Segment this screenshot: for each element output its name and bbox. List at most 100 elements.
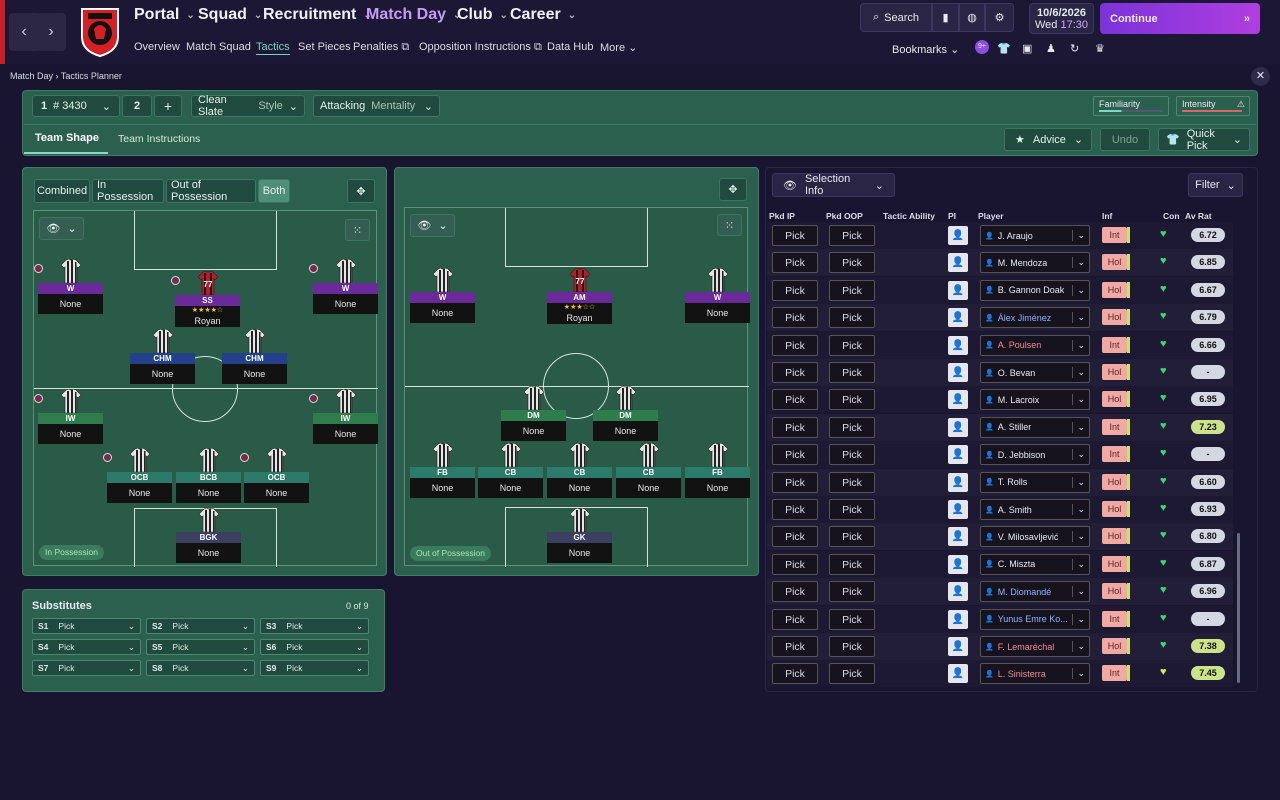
subnav-set-pieces[interactable]: Set Pieces [298,41,351,53]
pick-oop-button[interactable]: Pick [829,307,875,329]
position-slot-cb[interactable]: CB None [547,442,612,498]
pick-oop-button[interactable]: Pick [829,389,875,411]
column-header[interactable]: Tactic Ability [883,211,935,221]
pick-ip-button[interactable]: Pick [772,279,818,301]
substitute-slot[interactable]: S8 Pick ⌄ [146,660,255,676]
player-instructions-button[interactable]: 👤 [948,335,968,355]
role-dot-icon[interactable] [103,453,112,462]
position-slot-cb[interactable]: CB None [478,442,543,498]
visibility-dropdown[interactable]: 👁 ⌄ [410,214,455,237]
shirt-icon[interactable]: 👕 [997,42,1011,55]
position-slot-cb[interactable]: CB None [616,442,681,498]
position-slot-ocb[interactable]: OCB None [103,447,172,503]
pick-ip-button[interactable]: Pick [772,389,818,411]
player-select[interactable]: 👤 C. Miszta ⌄ [980,553,1090,575]
player-instructions-button[interactable]: 👤 [948,554,968,574]
player-select[interactable]: 👤 Álex Jiménez ⌄ [980,307,1090,329]
pick-oop-button[interactable]: Pick [829,636,875,657]
role-dot-icon[interactable] [240,453,249,462]
quick-pick-button[interactable]: 👕 Quick Pick ⌄ [1158,128,1250,152]
settings-button[interactable]: ⚙ [985,3,1014,32]
selection-info-dropdown[interactable]: 👁 Selection Info ⌄ [772,173,895,197]
pick-ip-button[interactable]: Pick [772,362,818,383]
role-dot-icon[interactable] [309,264,318,273]
pick-ip-button[interactable]: Pick [772,608,818,630]
bookmark-button[interactable]: ▮ [932,3,959,32]
mentality-dropdown[interactable]: Attacking Mentality ⌄ [313,95,440,117]
position-slot-gk[interactable]: GK None [547,507,612,563]
pitch-settings-button[interactable]: ✥ [347,179,375,203]
pick-oop-button[interactable]: Pick [829,444,875,466]
pick-ip-button[interactable]: Pick [772,225,818,246]
pick-ip-button[interactable]: Pick [772,526,818,548]
player-instructions-button[interactable]: 👤 [948,445,968,465]
pick-oop-button[interactable]: Pick [829,581,875,603]
view-both-button[interactable]: Both [258,179,290,203]
world-button[interactable]: ◍ [959,3,985,32]
style-dropdown[interactable]: Clean Slate Style ⌄ [191,94,305,118]
player-instructions-button[interactable]: 👤 [948,472,968,492]
substitute-slot[interactable]: S1 Pick ⌄ [32,618,141,634]
subnav-data-hub[interactable]: Data Hub [547,41,593,53]
player-instructions-button[interactable]: 👤 [948,582,968,602]
pick-oop-button[interactable]: Pick [829,225,875,246]
pick-ip-button[interactable]: Pick [772,252,818,274]
view-in-possession-button[interactable]: In Possession [92,179,164,203]
player-select[interactable]: 👤 A. Smith ⌄ [980,499,1090,520]
player-instructions-button[interactable]: 👤 [948,609,968,629]
substitute-slot[interactable]: S5 Pick ⌄ [146,639,255,655]
position-slot-ocb[interactable]: OCB None [240,447,309,503]
trophy-icon[interactable]: ♛ [1095,42,1105,55]
bookmarks-dropdown[interactable]: Bookmarks ⌄ [892,43,959,56]
role-dot-icon[interactable] [34,394,43,403]
clipboard-icon[interactable]: ▣ [1022,42,1032,55]
pick-ip-button[interactable]: Pick [772,499,818,520]
pick-ip-button[interactable]: Pick [772,581,818,603]
nav-portal[interactable]: Portal ⌄ [134,6,195,24]
position-slot-w[interactable]: W None [309,258,378,314]
grid-toggle-button[interactable]: ⁙ [345,219,370,241]
pick-oop-button[interactable]: Pick [829,252,875,274]
position-slot-bgk[interactable]: BGK None [176,507,241,563]
tactic-slot-1[interactable]: 1 # 3430 ⌄ [32,95,120,117]
substitute-slot[interactable]: S7 Pick ⌄ [32,660,141,676]
add-tactic-button[interactable]: + [154,95,182,117]
column-header[interactable]: PI [948,211,956,221]
view-out-of-possession-button[interactable]: Out of Possession [166,179,256,203]
close-button[interactable]: ✕ [1251,67,1270,86]
player-instructions-button[interactable]: 👤 [948,417,968,437]
pick-oop-button[interactable]: Pick [829,608,875,630]
player-select[interactable]: 👤 A. Stiller ⌄ [980,416,1090,438]
notification-badge[interactable]: 9+ [975,40,989,54]
table-scrollbar[interactable] [1237,533,1240,683]
player-select[interactable]: 👤 B. Gannon Doak ⌄ [980,279,1090,301]
player-instructions-button[interactable]: 👤 [948,390,968,410]
pick-ip-button[interactable]: Pick [772,444,818,466]
nav-club[interactable]: Club ⌄ [457,6,508,24]
position-slot-dm[interactable]: DM None [501,385,566,441]
search-button[interactable]: ⌕ Search [860,3,932,32]
column-header[interactable]: Pkd IP [769,211,795,221]
pick-oop-button[interactable]: Pick [829,334,875,356]
pick-oop-button[interactable]: Pick [829,553,875,575]
pick-ip-button[interactable]: Pick [772,416,818,438]
refresh-icon[interactable]: ↻ [1070,42,1079,55]
nav-recruitment[interactable]: Recruitment ⌄ [263,6,372,24]
player-select[interactable]: 👤 M. Mendoza ⌄ [980,252,1090,274]
visibility-dropdown[interactable]: 👁 ⌄ [39,217,84,240]
player-select[interactable]: 👤 J. Araujo ⌄ [980,225,1090,246]
tab-team-shape[interactable]: Team Shape [35,132,99,144]
pick-oop-button[interactable]: Pick [829,279,875,301]
role-dot-icon[interactable] [34,264,43,273]
continue-button[interactable]: Continue» [1100,3,1260,34]
position-slot-bcb[interactable]: BCB None [176,447,241,503]
pick-ip-button[interactable]: Pick [772,334,818,356]
player-instructions-button[interactable]: 👤 [948,308,968,328]
nav-match-day[interactable]: Match Day ⌄ [366,6,461,24]
position-slot-iw[interactable]: IW None [309,388,378,444]
substitute-slot[interactable]: S9 Pick ⌄ [260,660,369,676]
intensity-meter[interactable]: Intensity ⚠ [1176,96,1250,116]
player-select[interactable]: 👤 Yunus Emre Ko... ⌄ [980,608,1090,630]
position-slot-fb[interactable]: FB None [410,442,475,498]
role-dot-icon[interactable] [171,276,180,285]
